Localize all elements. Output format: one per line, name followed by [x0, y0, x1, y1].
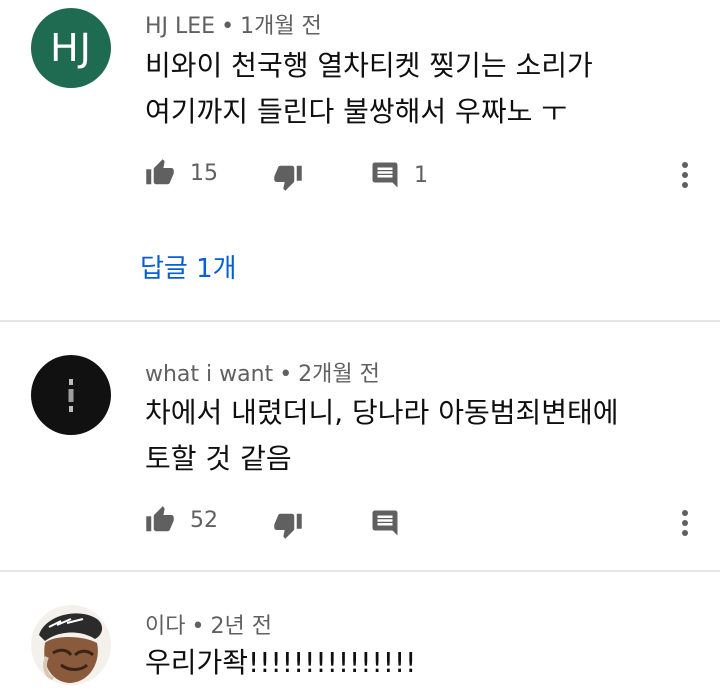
- comment-text-line: 비와이 천국행 열차티켓 찢기는 소리가: [145, 49, 593, 82]
- dislike-button[interactable]: [272, 510, 304, 540]
- comment-meta: 이다 • 2년 전: [145, 608, 272, 640]
- thumb-down-icon: [274, 165, 302, 191]
- like-count: 15: [190, 160, 218, 186]
- thumb-up-icon: [146, 506, 174, 532]
- comment-text-line: 우리가좍!!!!!!!!!!!!!!!: [145, 646, 417, 679]
- comment-text: 차에서 내렸더니, 당나라 아동범죄변태에 토할 것 같음: [145, 390, 690, 482]
- comment-text-line: 차에서 내렸더니, 당나라 아동범죄변태에: [145, 396, 619, 429]
- comment-item: what i want • 2개월 전 차에서 내렸더니, 당나라 아동범죄변태에 …: [0, 322, 720, 570]
- avatar-logo-icon: [68, 379, 74, 412]
- more-options-button[interactable]: [675, 160, 695, 190]
- comment-text: 우리가좍!!!!!!!!!!!!!!!: [145, 640, 690, 686]
- comment-text-line: 토할 것 같음: [145, 442, 292, 475]
- avatar[interactable]: [31, 355, 111, 435]
- comment-text-line: 여기까지 들린다 불쌍해서 우짜노 ㅜ: [145, 95, 568, 128]
- like-button[interactable]: 15: [144, 158, 218, 188]
- reply-count: 1: [414, 162, 428, 188]
- comment-time[interactable]: 1개월 전: [240, 14, 322, 39]
- comment-time[interactable]: 2개월 전: [298, 362, 380, 387]
- avatar[interactable]: HJ: [31, 8, 111, 88]
- comment-author[interactable]: what i want: [145, 362, 273, 387]
- avatar-initials: HJ: [50, 26, 92, 70]
- view-replies-link[interactable]: 답글 1개: [140, 248, 237, 285]
- comment-meta: HJ LEE • 1개월 전: [145, 8, 322, 40]
- comment-item: 이다 • 2년 전 우리가좍!!!!!!!!!!!!!!!: [0, 572, 720, 695]
- meta-separator: •: [191, 614, 205, 639]
- dislike-button[interactable]: [272, 162, 304, 192]
- like-count: 52: [190, 507, 218, 533]
- comment-icon: [372, 510, 398, 536]
- comment-meta: what i want • 2개월 전: [145, 356, 380, 388]
- meta-separator: •: [279, 362, 293, 387]
- like-button[interactable]: 52: [144, 505, 218, 535]
- comment-time[interactable]: 2년 전: [210, 614, 271, 639]
- meta-separator: •: [221, 14, 235, 39]
- comment-item: HJ HJ LEE • 1개월 전 비와이 천국행 열차티켓 찢기는 소리가 여기까…: [0, 0, 720, 320]
- comment-text: 비와이 천국행 열차티켓 찢기는 소리가 여기까지 들린다 불쌍해서 우짜노 ㅜ: [145, 43, 690, 135]
- thumb-up-icon: [146, 159, 174, 185]
- comment-author[interactable]: HJ LEE: [145, 14, 215, 39]
- more-options-button[interactable]: [675, 508, 695, 538]
- comment-author[interactable]: 이다: [145, 614, 185, 639]
- thumb-down-icon: [274, 513, 302, 539]
- more-vert-icon: [682, 510, 688, 536]
- more-vert-icon: [682, 162, 688, 188]
- reply-button[interactable]: [370, 508, 400, 538]
- avatar-illustration-icon: [39, 613, 103, 683]
- reply-button[interactable]: 1: [370, 160, 428, 190]
- avatar[interactable]: [31, 605, 111, 685]
- comment-icon: [372, 162, 398, 188]
